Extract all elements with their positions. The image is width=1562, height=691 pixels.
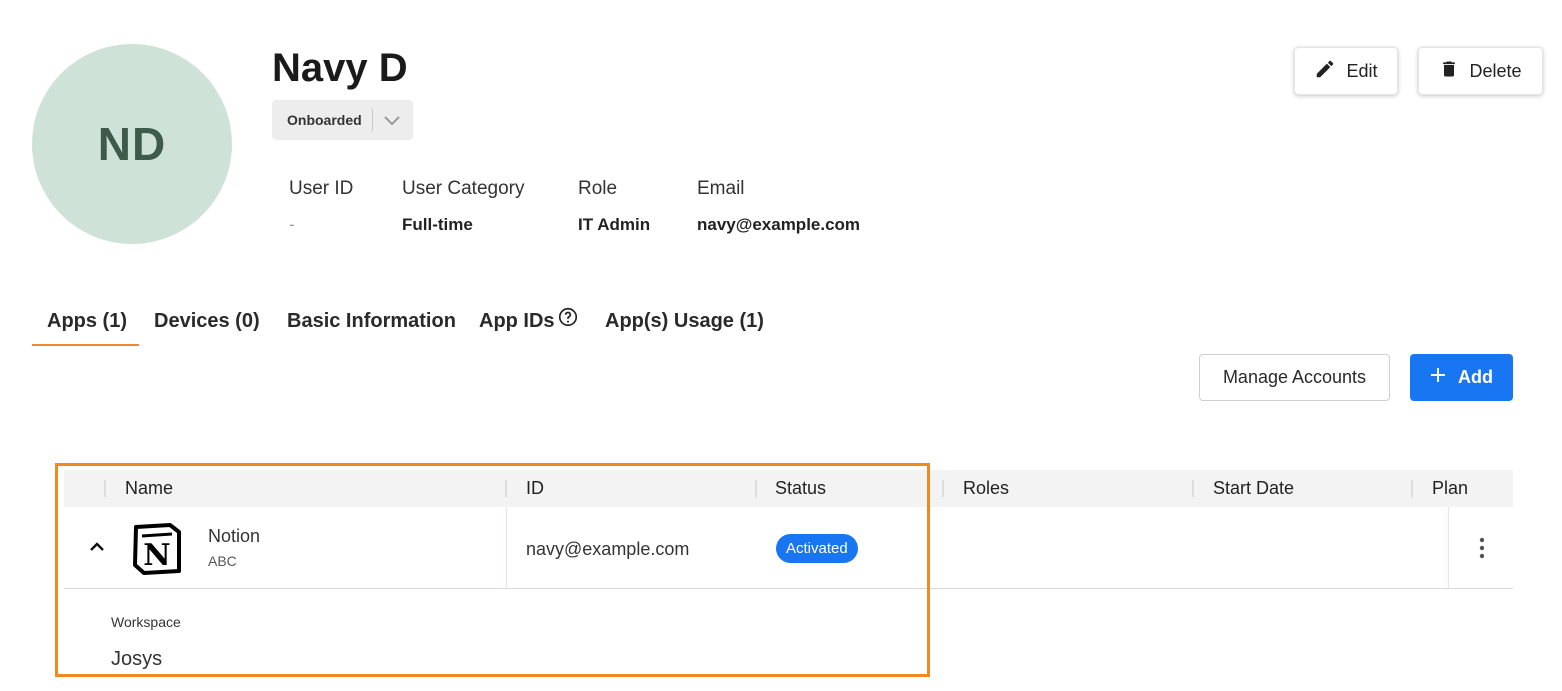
notion-logo: N [132,523,182,575]
avatar: ND [32,44,232,244]
status-select[interactable]: Onboarded [272,100,413,140]
info-value: Full-time [402,215,473,234]
column-header-roles[interactable]: Roles [963,470,1009,507]
tab-basic-information[interactable]: Basic Information [287,296,456,346]
info-value: navy@example.com [697,215,861,234]
column-divider[interactable] [942,480,944,497]
info-value: - [289,215,295,234]
detail-label: Workspace [111,614,181,630]
column-header-name[interactable]: Name [125,470,173,507]
tab-app-usage[interactable]: App(s) Usage (1) [605,296,764,346]
add-button[interactable]: Add [1410,354,1513,401]
active-tab-indicator [32,344,139,346]
status-badge: Activated [776,534,858,563]
tab-apps[interactable]: Apps (1) [47,296,127,346]
add-button-label: Add [1458,367,1493,387]
info-user-id: User ID - [289,178,353,235]
tab-apps-label: Apps (1) [47,309,127,332]
tab-app-ids-label: App IDs [479,309,555,332]
delete-button-label: Delete [1469,60,1522,81]
chevron-down-icon[interactable] [373,100,411,140]
sticky-column-edge [506,507,507,589]
status-select-value: Onboarded [287,112,362,128]
user-name: Navy D [272,46,408,90]
info-role: Role IT Admin [578,178,650,235]
column-divider[interactable] [755,480,757,497]
tab-devices[interactable]: Devices (0) [154,296,260,346]
info-label: User Category [402,178,525,199]
column-header-plan[interactable]: Plan [1432,470,1468,507]
help-circle-icon[interactable] [557,307,579,328]
table-row[interactable]: N Notion ABC navy@example.com Activated [64,507,1513,589]
info-label: Email [697,178,745,199]
chevron-up-icon[interactable] [86,536,108,558]
info-user-category: User Category Full-time [402,178,525,235]
info-label: Role [578,178,618,199]
app-subtitle: ABC [208,553,237,569]
info-email: Email navy@example.com [697,178,860,235]
account-id: navy@example.com [526,539,690,559]
tab-bar: Apps (1) Devices (0) Basic Information A… [32,296,792,348]
tab-devices-label: Devices (0) [154,309,260,332]
plus-icon [1430,367,1446,388]
column-header-start-date[interactable]: Start Date [1213,470,1294,507]
pencil-icon [1314,58,1336,85]
tab-app-usage-label: App(s) Usage (1) [605,309,764,332]
app-name[interactable]: Notion [208,526,260,547]
column-divider[interactable] [1411,480,1413,497]
manage-accounts-button[interactable]: Manage Accounts [1199,354,1390,401]
sticky-column-edge [1448,507,1449,589]
manage-accounts-label: Manage Accounts [1222,367,1367,387]
delete-button[interactable]: Delete [1418,47,1543,95]
kebab-menu-icon[interactable] [1472,535,1492,561]
column-header-status[interactable]: Status [775,470,826,507]
column-divider[interactable] [505,480,507,497]
edit-button-label: Edit [1346,60,1378,81]
info-label: User ID [289,178,354,199]
column-header-id[interactable]: ID [526,470,544,507]
avatar-initials: ND [97,118,167,170]
table-header: Name ID Status Roles Start Date Plan [64,470,1513,507]
trash-icon [1439,58,1459,85]
detail-value: Josys [111,648,163,670]
tab-app-ids[interactable]: App IDs [479,296,579,346]
edit-button[interactable]: Edit [1294,47,1398,95]
tab-basic-information-label: Basic Information [287,309,456,332]
info-value: IT Admin [578,215,651,234]
svg-text:N: N [143,538,170,573]
column-divider[interactable] [104,480,106,497]
column-divider[interactable] [1192,480,1194,497]
